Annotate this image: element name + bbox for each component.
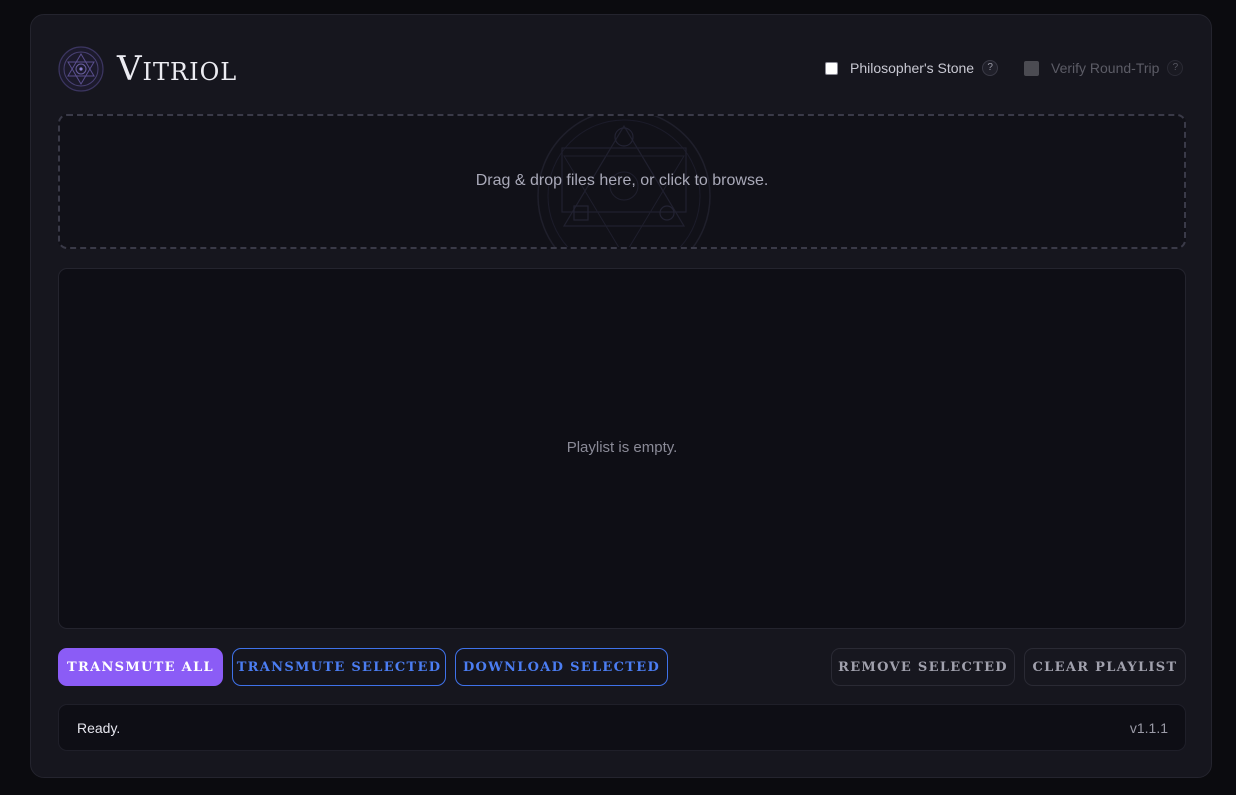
download-selected-button[interactable]: DOWNLOAD SELECTED [455,648,668,686]
status-bar: Ready. v1.1.1 [58,704,1186,751]
transmute-selected-button[interactable]: TRANSMUTE SELECTED [232,648,446,686]
philosophers-stone-help-icon[interactable]: ? [982,60,999,76]
verify-round-trip-option: Verify Round-Trip ? [1024,60,1184,76]
verify-round-trip-help-icon[interactable]: ? [1167,60,1184,76]
verify-round-trip-checkbox [1024,60,1039,76]
remove-selected-button[interactable]: REMOVE SELECTED [831,648,1015,686]
file-drop-zone[interactable]: Drag & drop files here, or click to brow… [58,114,1186,249]
philosophers-stone-label[interactable]: Philosopher's Stone [850,60,974,76]
philosophers-stone-checkbox[interactable] [825,61,838,75]
drop-zone-instructions: Drag & drop files here, or click to brow… [475,172,769,189]
alchemy-sigil-logo-icon [58,46,104,92]
status-text: Ready. [77,720,121,736]
philosophers-stone-option[interactable]: Philosopher's Stone ? [825,60,999,76]
playlist-panel[interactable]: Playlist is empty. [58,268,1186,629]
app-title: Vitriol [117,49,238,89]
playlist-empty-message: Playlist is empty. [566,439,678,456]
clear-playlist-button[interactable]: CLEAR PLAYLIST [1024,648,1186,686]
version-label: v1.1.1 [1129,720,1168,736]
verify-round-trip-label: Verify Round-Trip [1051,60,1160,76]
transmute-all-button[interactable]: TRANSMUTE ALL [58,648,223,686]
app-window: Vitriol Philosopher's Stone ? Verify Rou… [30,14,1212,778]
